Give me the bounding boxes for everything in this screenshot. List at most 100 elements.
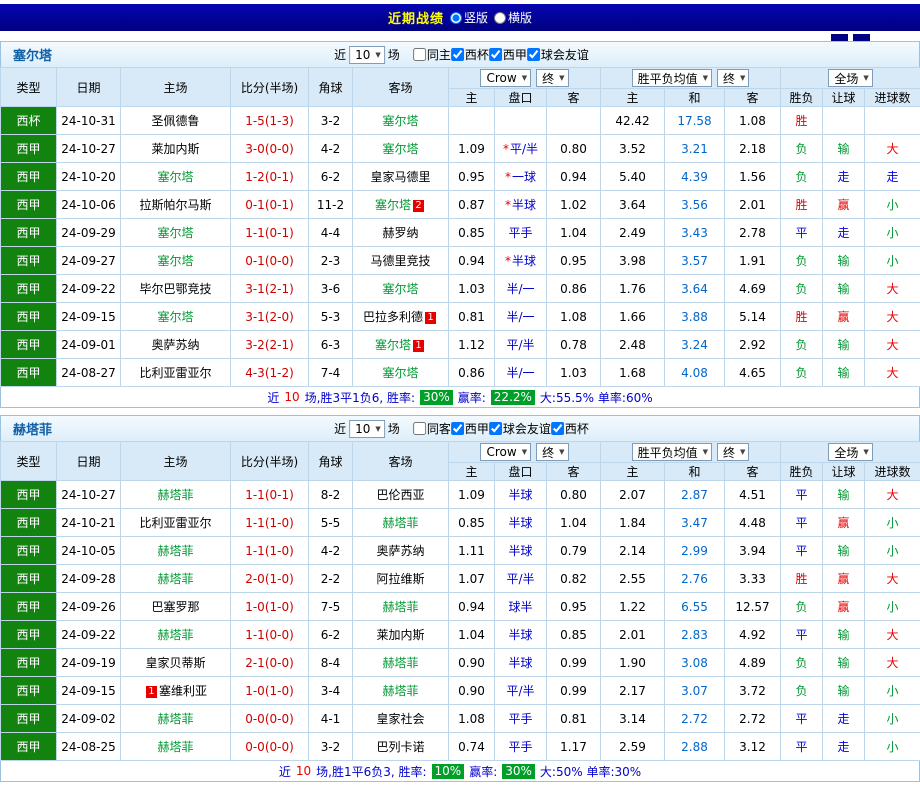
subcol-handicap: 盘口	[495, 89, 547, 107]
corner-score-cell: 6-3	[309, 331, 353, 359]
handicap-cell: *半球	[495, 191, 547, 219]
layout-vertical-option[interactable]: 竖版	[444, 9, 488, 26]
goals-result-cell: 大	[865, 649, 920, 677]
away-odds-cell: 0.86	[547, 275, 601, 303]
same-venue-checkbox[interactable]	[413, 48, 426, 61]
avg-time-select[interactable]: 终▼	[717, 69, 749, 87]
odds-group-header: Crow▼ 终▼	[449, 442, 601, 463]
competition-option[interactable]: 球会友谊	[527, 46, 589, 63]
competition-option[interactable]: 球会友谊	[489, 420, 551, 437]
corner-score-cell: 11-2	[309, 191, 353, 219]
handicap-cell: 平/半	[495, 331, 547, 359]
match-count-select[interactable]: 10▼	[349, 420, 385, 438]
table-row: 西甲24-10-27赫塔菲1-1(0-1)8-2巴伦西亚1.09半球0.802.…	[1, 481, 920, 509]
filter-bar: 近10▼场同主西杯西甲球会友谊	[331, 46, 589, 64]
avg-draw-cell: 2.83	[665, 621, 725, 649]
odds-company-select[interactable]: Crow▼	[480, 69, 531, 87]
avg-draw-cell: 3.08	[665, 649, 725, 677]
score-cell: 1-5(1-3)	[231, 107, 309, 135]
same-venue-label: 同主	[427, 46, 451, 63]
avg-select[interactable]: 胜平负均值▼	[632, 69, 712, 87]
team-name: 塞尔塔	[157, 254, 193, 268]
away-odds-cell: 1.04	[547, 219, 601, 247]
avg-away-cell: 2.78	[725, 219, 781, 247]
col-header-score: 比分(半场)	[231, 68, 309, 107]
avg-home-cell: 2.01	[601, 621, 665, 649]
result-cell: 负	[781, 593, 823, 621]
avg-home-cell: 1.22	[601, 593, 665, 621]
handicap-result-cell: 走	[823, 733, 865, 761]
competition-checkbox[interactable]	[551, 422, 564, 435]
odds-time-value: 终	[542, 70, 554, 87]
result-group-header: 全场▼	[781, 442, 920, 463]
subcol-result: 胜负	[781, 89, 823, 107]
avg-select[interactable]: 胜平负均值▼	[632, 443, 712, 461]
competition-option[interactable]: 西杯	[451, 46, 489, 63]
layout-horizontal-radio[interactable]	[494, 12, 506, 24]
same-venue-option[interactable]: 同客	[413, 420, 451, 437]
odds-company-select[interactable]: Crow▼	[480, 443, 531, 461]
competition-option[interactable]: 西甲	[489, 46, 527, 63]
avg-draw-cell: 3.57	[665, 247, 725, 275]
handicap-cell: 半球	[495, 481, 547, 509]
odds-time-select[interactable]: 终▼	[536, 443, 568, 461]
avg-time-select[interactable]: 终▼	[717, 443, 749, 461]
layout-horizontal-label: 横版	[508, 9, 532, 26]
match-count-select[interactable]: 10▼	[349, 46, 385, 64]
subcol-odds-away: 客	[547, 89, 601, 107]
handicap-text: 平手	[508, 712, 532, 726]
period-select[interactable]: 全场▼	[828, 443, 872, 461]
competition-checkbox[interactable]	[451, 48, 464, 61]
home-odds-cell: 0.90	[449, 649, 495, 677]
avg-draw-cell: 3.21	[665, 135, 725, 163]
handicap-text: 平手	[508, 740, 532, 754]
avg-draw-cell: 2.72	[665, 705, 725, 733]
subcol-handicap: 盘口	[495, 463, 547, 481]
avg-away-cell: 4.89	[725, 649, 781, 677]
avg-draw-cell: 2.76	[665, 565, 725, 593]
competition-checkbox[interactable]	[527, 48, 540, 61]
match-date-cell: 24-10-27	[57, 135, 121, 163]
goals-result-cell: 小	[865, 247, 920, 275]
team-name: 塞尔塔	[382, 282, 418, 296]
handicap-result-cell: 赢	[823, 593, 865, 621]
period-select[interactable]: 全场▼	[828, 69, 872, 87]
games-label: 场	[388, 46, 400, 63]
odds-controls: Crow▼ 终▼	[449, 69, 600, 87]
table-row: 西甲24-09-29塞尔塔1-1(0-1)4-4赫罗纳0.85平手1.042.4…	[1, 219, 920, 247]
competition-checkbox[interactable]	[489, 422, 502, 435]
competition-checkbox[interactable]	[451, 422, 464, 435]
avg-home-cell: 2.49	[601, 219, 665, 247]
avg-home-cell: 2.55	[601, 565, 665, 593]
odds-time-select[interactable]: 终▼	[536, 69, 568, 87]
topbar: 近期战绩 竖版 横版	[0, 4, 920, 31]
away-team-cell: 赫罗纳	[353, 219, 449, 247]
home-odds-cell: 1.04	[449, 621, 495, 649]
layout-vertical-radio[interactable]	[450, 12, 462, 24]
competition-checkbox[interactable]	[489, 48, 502, 61]
team-name: 塞尔塔	[382, 366, 418, 380]
avg-home-cell: 2.14	[601, 537, 665, 565]
handicap-text: 平/半	[510, 142, 538, 156]
chevron-down-icon: ▼	[863, 448, 868, 456]
corner-score-cell: 2-2	[309, 565, 353, 593]
layout-horizontal-option[interactable]: 横版	[488, 9, 532, 26]
match-date-cell: 24-09-15	[57, 677, 121, 705]
chevron-down-icon: ▼	[375, 425, 380, 433]
team-name: 塞尔塔	[375, 198, 411, 212]
competition-option[interactable]: 西甲	[451, 420, 489, 437]
subcol-avg-home: 主	[601, 463, 665, 481]
profit-rate-label: 赢率:	[458, 389, 486, 406]
handicap-cell: *平/半	[495, 135, 547, 163]
result-cell: 平	[781, 733, 823, 761]
home-odds-cell: 0.95	[449, 163, 495, 191]
handicap-cell: 平手	[495, 219, 547, 247]
same-venue-checkbox[interactable]	[413, 422, 426, 435]
away-team-cell: 塞尔塔1	[353, 331, 449, 359]
competition-option[interactable]: 西杯	[551, 420, 589, 437]
same-venue-option[interactable]: 同主	[413, 46, 451, 63]
away-odds-cell: 0.82	[547, 565, 601, 593]
col-header-type: 类型	[1, 442, 57, 481]
score-cell: 1-1(0-1)	[231, 219, 309, 247]
win-rate-badge: 30%	[420, 390, 453, 405]
